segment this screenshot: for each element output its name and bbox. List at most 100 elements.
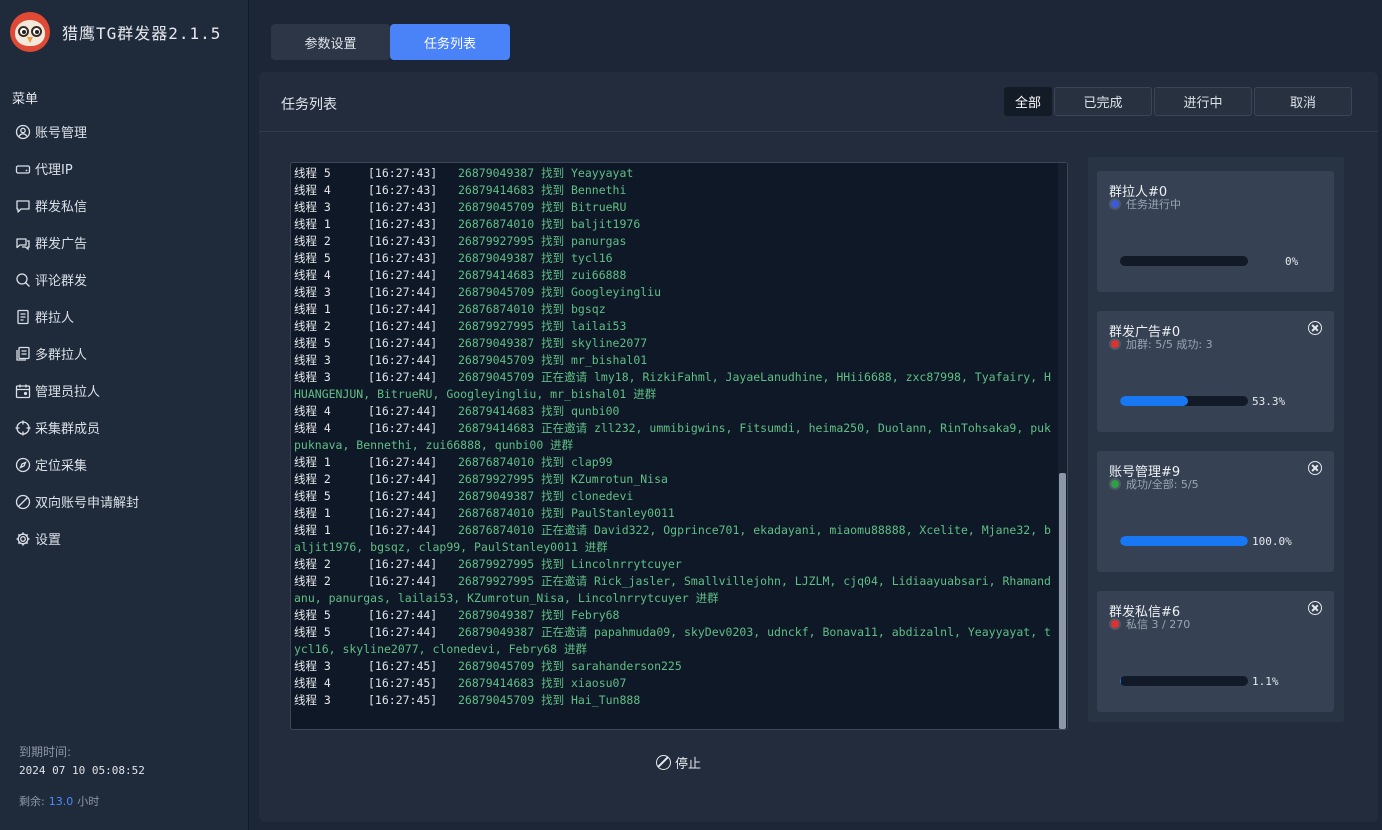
log-timestamp: [16:27:44]: [368, 370, 438, 384]
progress-fill: [1120, 676, 1122, 686]
drive-icon: [15, 161, 31, 177]
log-line: 线程 4 [16:27:44] 26879414683 正在邀请 zll232, u…: [294, 420, 1054, 454]
comment-search-icon: [15, 272, 31, 288]
sidebar-item-11[interactable]: 双向账号申请解封: [15, 483, 240, 520]
log-message: 26879049387 找到 clonedevi: [458, 489, 634, 503]
log-line: 线程 4 [16:27:44] 26879414683 找到 zui66888: [294, 267, 1054, 284]
log-thread: 线程 2: [294, 472, 331, 486]
log-thread: 线程 4: [294, 404, 331, 418]
sidebar-item-label: 双向账号申请解封: [35, 496, 140, 511]
log-line: 线程 2 [16:27:44] 26879927995 找到 KZumrotun_N…: [294, 471, 1054, 488]
task-card: 群发广告#0 加群: 5/5 成功: 3 53.3%: [1097, 311, 1334, 432]
stop-label: 停止: [675, 757, 702, 772]
sidebar-item-3[interactable]: 群发私信: [15, 187, 240, 224]
sidebar-item-label: 采集群成员: [35, 422, 101, 437]
close-icon[interactable]: [1308, 461, 1322, 475]
remain-label: 剩余:: [19, 795, 45, 808]
log-thread: 线程 4: [294, 183, 331, 197]
status-dot-icon: [1111, 620, 1119, 628]
task-card: 账号管理#9 成功/全部: 5/5 100.0%: [1097, 451, 1334, 572]
stop-button[interactable]: 停止: [656, 753, 701, 772]
log-line: 线程 3 [16:27:43] 26879045709 找到 BitrueRU: [294, 199, 1054, 216]
sidebar-item-7[interactable]: 多群拉人: [15, 335, 240, 372]
log-line: 线程 3 [16:27:45] 26879045709 找到 Hai_Tun888: [294, 692, 1054, 709]
task-status-text: 成功/全部: 5/5: [1126, 478, 1199, 491]
log-message: 26876874010 找到 PaulStanley0011: [458, 506, 675, 520]
task-status-text: 任务进行中: [1126, 198, 1181, 211]
log-scrollbar[interactable]: [1058, 163, 1067, 729]
log-thread: 线程 1: [294, 217, 331, 231]
log-thread: 线程 3: [294, 200, 331, 214]
log-thread: 线程 3: [294, 370, 331, 384]
log-line: 线程 1 [16:27:44] 26876874010 找到 bgsqz: [294, 301, 1054, 318]
sidebar-item-10[interactable]: 定位采集: [15, 446, 240, 483]
log-thread: 线程 2: [294, 557, 331, 571]
sidebar-menu: 账号管理代理IP 群发私信 群发广告评论群发群拉人多群拉人管理员拉人采集群成员定位采…: [15, 113, 240, 557]
progress-bar: [1120, 536, 1248, 546]
filter-all-button[interactable]: 全部: [1004, 87, 1052, 116]
panel-title: 任务列表: [281, 97, 337, 113]
ban-icon: [15, 494, 31, 510]
tab-task-list[interactable]: 任务列表: [390, 24, 510, 60]
log-message: 26876874010 找到 clap99: [458, 455, 613, 469]
sidebar-item-8[interactable]: 管理员拉人: [15, 372, 240, 409]
log-thread: 线程 2: [294, 319, 331, 333]
log-line: 线程 5 [16:27:43] 26879049387 找到 Yeayyayat: [294, 165, 1054, 182]
progress-percent: 100.0%: [1252, 535, 1292, 548]
log-line: 线程 3 [16:27:45] 26879045709 找到 sarahanders…: [294, 658, 1054, 675]
sidebar-item-label: 群拉人: [35, 311, 75, 326]
menu-heading: 菜单: [12, 92, 39, 107]
log-console[interactable]: 线程 5 [16:27:43] 26879049387 找到 Yeayyayat 线程…: [290, 162, 1068, 730]
filter-group: 全部 已完成 进行中 取消: [1004, 87, 1354, 116]
log-message: 26879045709 找到 Googleyingliu: [458, 285, 662, 299]
task-status-text: 私信 3 / 270: [1126, 618, 1191, 631]
log-timestamp: [16:27:44]: [368, 421, 438, 435]
log-scroll-thumb[interactable]: [1059, 473, 1066, 729]
sidebar-item-label: 代理IP: [35, 163, 73, 178]
filter-completed-button[interactable]: 已完成: [1054, 87, 1152, 116]
task-status-text: 加群: 5/5 成功: 3: [1126, 338, 1213, 351]
chat-bubble-icon: [15, 198, 31, 214]
sidebar-item-1[interactable]: 账号管理: [15, 113, 240, 150]
sidebar-item-label: 评论群发: [35, 274, 88, 289]
sidebar: 猎鹰TG群发器2.1.5 菜单 账号管理 代理IP 群发私信 群发广告 评论群发 群拉人多…: [0, 0, 249, 830]
log-message: 26879049387 找到 tycl16: [458, 251, 613, 265]
divider: [259, 131, 1378, 132]
filter-running-button[interactable]: 进行中: [1154, 87, 1252, 116]
sidebar-item-4[interactable]: 群发广告: [15, 224, 240, 261]
sidebar-item-12[interactable]: 设置: [15, 520, 240, 557]
sidebar-item-6[interactable]: 群拉人: [15, 298, 240, 335]
log-line: 线程 5 [16:27:44] 26879049387 正在邀请 papahmuda…: [294, 624, 1054, 658]
sidebar-item-9[interactable]: 采集群成员: [15, 409, 240, 446]
log-message: 26879927995 找到 KZumrotun_Nisa: [458, 472, 668, 486]
task-status: 私信 3 / 270: [1111, 616, 1190, 632]
sidebar-item-label: 多群拉人: [35, 348, 88, 363]
sidebar-item-2[interactable]: 代理IP: [15, 150, 240, 187]
log-message: 26876874010 找到 baljit1976: [458, 217, 641, 231]
sidebar-item-5[interactable]: 评论群发: [15, 261, 240, 298]
filter-cancelled-button[interactable]: 取消: [1254, 87, 1352, 116]
log-thread: 线程 3: [294, 285, 331, 299]
log-thread: 线程 4: [294, 676, 331, 690]
expire-value: 2024 07 10 05:08:52: [19, 764, 145, 777]
close-icon[interactable]: [1308, 601, 1322, 615]
task-panel: 任务列表 全部 已完成 进行中 取消 线程 5 [16:27:43] 2687904…: [259, 72, 1378, 822]
status-dot-icon: [1111, 480, 1119, 488]
remain-info: 剩余: 13.0 小时: [19, 793, 99, 809]
close-icon[interactable]: [1308, 321, 1322, 335]
tab-settings[interactable]: 参数设置: [271, 24, 390, 60]
log-timestamp: [16:27:44]: [368, 608, 438, 622]
log-message: 26879045709 找到 BitrueRU: [458, 200, 627, 214]
log-message: 26879049387 找到 skyline2077: [458, 336, 648, 350]
progress-percent: 53.3%: [1252, 395, 1286, 408]
log-message: 26879927995 找到 lailai53: [458, 319, 627, 333]
log-timestamp: [16:27:45]: [368, 693, 438, 707]
sidebar-item-label: 管理员拉人: [35, 385, 101, 400]
log-thread: 线程 5: [294, 166, 331, 180]
log-thread: 线程 3: [294, 693, 331, 707]
log-message: 26879927995 找到 Lincolnrrytcuyer: [458, 557, 682, 571]
log-thread: 线程 1: [294, 506, 331, 520]
owl-logo-icon: [10, 12, 50, 52]
log-timestamp: [16:27:43]: [368, 217, 438, 231]
log-line: 线程 5 [16:27:44] 26879049387 找到 clonedevi: [294, 488, 1054, 505]
